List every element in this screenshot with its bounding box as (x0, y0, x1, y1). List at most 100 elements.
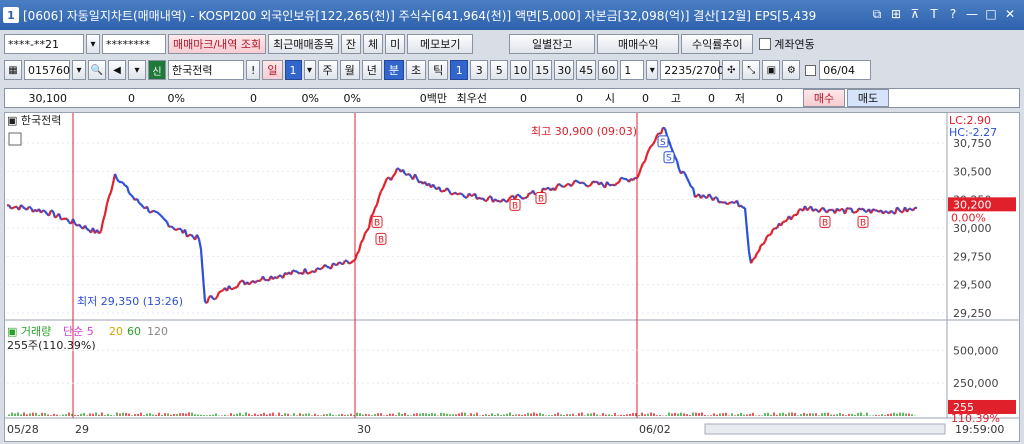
chart-panel[interactable]: 30,75030,50030,25030,00029,75029,50029,2… (4, 112, 1020, 442)
grid-icon[interactable]: ⊞ (888, 6, 904, 22)
daily-balance-button[interactable]: 일별잔고 (509, 34, 596, 54)
password-field[interactable]: ******** (102, 34, 166, 54)
pending-button[interactable]: 미 (385, 34, 406, 54)
account-field[interactable]: ****-**21 (4, 34, 84, 54)
sell-marker-label: S (660, 138, 666, 148)
status-p1: 0% (167, 91, 185, 105)
period-month-button[interactable]: 월 (339, 60, 360, 80)
price-segment (122, 182, 126, 187)
buy-button[interactable]: 매수 (803, 89, 845, 107)
period-week-button[interactable]: 주 (317, 60, 338, 80)
price-segment (124, 184, 128, 188)
measure-icon[interactable]: ⤡ (742, 60, 761, 80)
toolbar-symbol: ▦ 015760 ▾ 🔍 ◀ ▾ 신 한국전력 ! 일 1 ▾ 주 월 년 분 … (0, 60, 1024, 80)
price-segment (172, 226, 176, 231)
maximize-icon[interactable]: □ (983, 6, 999, 22)
price-segment (806, 207, 810, 212)
price-segment (165, 221, 171, 228)
chart-canvas[interactable]: 30,75030,50030,25030,00029,75029,50029,2… (5, 113, 1019, 441)
search-icon[interactable]: 🔍 (88, 60, 106, 80)
price-segment (574, 179, 578, 183)
zoom-icon[interactable]: ✣ (722, 60, 741, 80)
interval-button-60[interactable]: 60 (598, 60, 619, 80)
status-b1: 0 (520, 91, 527, 105)
vol-y-tick-label: 500,000 (953, 344, 999, 357)
price-segment (105, 196, 111, 205)
price-segment (632, 176, 636, 181)
save-icon[interactable]: ▣ (762, 60, 781, 80)
price-segment (687, 181, 693, 188)
speaker-icon[interactable]: ◀ (108, 60, 126, 80)
price-segment (109, 183, 115, 193)
restore-icon[interactable]: ⧉ (869, 6, 885, 22)
interval-button-5[interactable]: 5 (490, 60, 509, 80)
price-segment (838, 208, 842, 212)
arrow-icon[interactable]: ▾ (128, 60, 146, 80)
interval-button-1[interactable]: 1 (450, 60, 469, 80)
price-segment (582, 181, 586, 186)
recent-trades-button[interactable]: 최근매매종목 (268, 34, 339, 54)
execution-button[interactable]: 체 (363, 34, 384, 54)
interval-button-10[interactable]: 10 (510, 60, 531, 80)
account-dropdown-icon[interactable]: ▾ (86, 34, 100, 54)
interval-button-15[interactable]: 15 (532, 60, 553, 80)
price-segment (780, 221, 784, 227)
price-segment (361, 232, 367, 241)
price-segment (324, 263, 328, 268)
price-segment (348, 261, 352, 265)
balance-button[interactable]: 잔 (340, 34, 362, 54)
count-field[interactable]: 1 (620, 60, 645, 80)
period-minute-button[interactable]: 분 (383, 60, 405, 80)
period-day-button[interactable]: 일 (262, 60, 283, 80)
count-dropdown-icon[interactable]: ▾ (646, 60, 659, 80)
interval-button-45[interactable]: 45 (576, 60, 597, 80)
period-tick-button[interactable]: 틱 (428, 60, 449, 80)
price-segment (912, 206, 916, 212)
price-segment (357, 242, 363, 252)
price-segment (264, 278, 268, 282)
font-icon[interactable]: T (926, 6, 942, 22)
period-second-button[interactable]: 초 (406, 60, 427, 80)
price-segment (346, 260, 350, 265)
price-segment (745, 230, 751, 252)
sell-button[interactable]: 매도 (847, 89, 889, 107)
price-segment (86, 228, 90, 232)
settings-icon[interactable]: ▦ (4, 60, 22, 80)
price-segment (356, 250, 360, 255)
pin-icon[interactable]: ⊼ (907, 6, 923, 22)
status-si: 0 (642, 91, 649, 105)
period-year-button[interactable]: 년 (361, 60, 382, 80)
close-icon[interactable]: ✕ (1002, 6, 1018, 22)
return-trend-button[interactable]: 수익률추이 (681, 34, 754, 54)
code-dropdown-icon[interactable]: ▾ (72, 60, 86, 80)
account-link-checkbox[interactable] (759, 38, 772, 50)
price-segment (54, 215, 58, 219)
price-segment (908, 207, 912, 211)
price-segment (248, 281, 252, 286)
stock-name-field[interactable]: 한국전력 (168, 60, 244, 80)
price-segment (584, 183, 588, 188)
date-field[interactable]: 06/04 (819, 60, 872, 80)
price-segment (178, 227, 182, 231)
price-segment (218, 290, 222, 294)
toolbar-account: ****-**21 ▾ ******** 매매마크/내역 조회 최근매매종목 잔… (0, 34, 1024, 54)
period-dropdown-icon[interactable]: ▾ (303, 60, 316, 80)
price-segment (642, 160, 646, 165)
query-button[interactable]: 매매마크/내역 조회 (168, 34, 267, 54)
help-icon[interactable]: ? (945, 6, 961, 22)
table-icon (8, 132, 22, 146)
interval-button-3[interactable]: 3 (470, 60, 489, 80)
code-field[interactable]: 015760 (24, 60, 70, 80)
trade-profit-button[interactable]: 매매수익 (597, 34, 680, 54)
alert-button[interactable]: ! (246, 60, 261, 80)
gear-icon[interactable]: ⚙ (782, 60, 801, 80)
period-num-button[interactable]: 1 (284, 60, 302, 80)
minimize-icon[interactable]: — (964, 6, 980, 22)
price-segment (158, 212, 162, 217)
date-checkbox[interactable] (805, 64, 817, 76)
price-segment (78, 223, 82, 228)
memo-button[interactable]: 메모보기 (407, 34, 474, 54)
status-b2: 0 (576, 91, 583, 105)
price-segment (795, 209, 801, 216)
interval-button-30[interactable]: 30 (554, 60, 575, 80)
